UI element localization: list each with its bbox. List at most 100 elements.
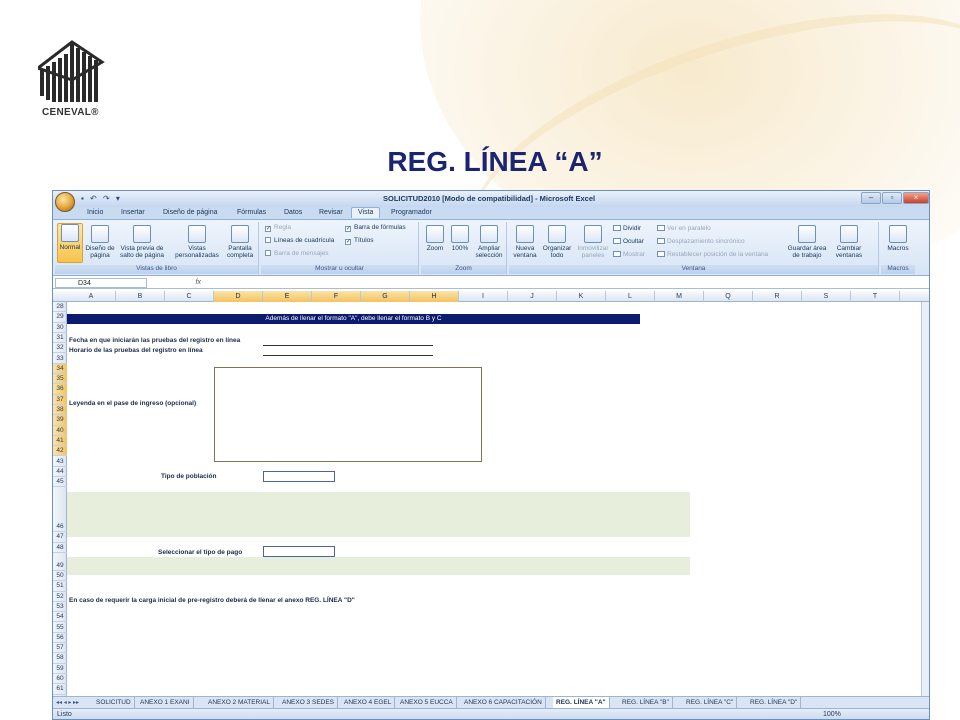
freeze-panes-button[interactable]: Inmovilizar paneles	[575, 225, 611, 259]
row-header-36[interactable]: 36	[53, 384, 67, 395]
minimize-icon[interactable]: –	[861, 192, 881, 204]
column-header-F[interactable]: F	[312, 291, 361, 302]
column-header-R[interactable]: R	[753, 291, 802, 302]
sync-scroll-button[interactable]: Desplazamiento sincrónico	[657, 238, 745, 245]
row-header-57[interactable]: 57	[53, 643, 67, 654]
row-header-43[interactable]: 43	[53, 457, 67, 467]
full-screen-button[interactable]: Pantalla completa	[223, 225, 257, 259]
gridlines-checkbox[interactable]: Líneas de cuadrícula	[265, 237, 334, 244]
row-header-59[interactable]: 59	[53, 664, 67, 674]
zoom-selection-button[interactable]: Ampliar selección	[473, 225, 505, 259]
sheet-tab[interactable]: REG. LÍNEA "D"	[747, 697, 802, 708]
custom-views-button[interactable]: Vistas personalizadas	[173, 225, 221, 259]
reset-position-button[interactable]: Restablecer posición de la ventana	[657, 251, 768, 258]
column-header-L[interactable]: L	[606, 291, 655, 302]
row-header-31[interactable]: 31	[53, 333, 67, 344]
row-header-28[interactable]: 28	[53, 302, 67, 313]
sheet-tab[interactable]: ANEXO 4 EGEL	[341, 697, 396, 708]
column-header-H[interactable]: H	[410, 291, 459, 302]
row-header-52[interactable]: 52	[53, 592, 67, 602]
tab-datos[interactable]: Datos	[284, 209, 302, 216]
zoom-button[interactable]: Zoom	[423, 225, 447, 252]
arrange-all-button[interactable]: Organizar todo	[541, 225, 573, 259]
row-header-35[interactable]: 35	[53, 374, 67, 385]
tab-insertar[interactable]: Insertar	[121, 209, 145, 216]
tab-programador[interactable]: Programador	[391, 209, 432, 216]
column-header-E[interactable]: E	[263, 291, 312, 302]
sheet-tab[interactable]: ANEXO 2 MATERIAL	[205, 697, 275, 708]
name-box[interactable]: D34	[55, 278, 147, 288]
vertical-scrollbar[interactable]	[921, 302, 929, 696]
row-header-54[interactable]: 54	[53, 612, 67, 623]
row-header-61[interactable]: 61	[53, 684, 67, 695]
hide-button[interactable]: Ocultar	[613, 238, 644, 245]
column-header-Q[interactable]: Q	[704, 291, 753, 302]
quick-access-toolbar[interactable]: ▪ ↶ ↷ ▾	[81, 194, 122, 203]
page-layout-button[interactable]: Diseño de página	[85, 225, 115, 259]
close-icon[interactable]: ×	[903, 192, 929, 204]
row-header-51[interactable]: 51	[53, 581, 67, 592]
sheet-tab[interactable]: ANEXO 1 EXANI	[137, 697, 194, 708]
row-header-50[interactable]: 50	[53, 571, 67, 582]
fecha-line[interactable]	[263, 345, 433, 346]
office-button[interactable]	[55, 192, 75, 212]
row-header-53[interactable]: 53	[53, 602, 67, 613]
sheet-tab[interactable]: REG. LÍNEA "A"	[553, 697, 610, 708]
switch-windows-button[interactable]: Cambiar ventanas	[831, 225, 867, 259]
sheet-tab[interactable]: ANEXO 6 CAPACITACIÓN	[461, 697, 546, 708]
new-window-button[interactable]: Nueva ventana	[511, 225, 539, 259]
macros-button[interactable]: Macros	[883, 225, 913, 252]
column-header-S[interactable]: S	[802, 291, 851, 302]
row-header-47[interactable]: 47	[53, 532, 67, 543]
sheet-tab[interactable]: SOLICITUD	[93, 697, 135, 708]
column-header-C[interactable]: C	[165, 291, 214, 302]
split-button[interactable]: Dividir	[613, 225, 641, 232]
row-header-39[interactable]: 39	[53, 415, 67, 426]
sheet-tab[interactable]: ANEXO 5 EUCCA	[397, 697, 457, 708]
tab-inicio[interactable]: Inicio	[87, 209, 103, 216]
tab-diseno[interactable]: Diseño de página	[163, 209, 218, 216]
column-header-G[interactable]: G	[361, 291, 410, 302]
sheet-nav-icon[interactable]: ◂◂ ◂ ▸ ▸▸	[56, 699, 79, 706]
sheet-tab[interactable]: REG. LÍNEA "B"	[619, 697, 673, 708]
row-header-60[interactable]: 60	[53, 674, 67, 685]
row-header-40[interactable]: 40	[53, 425, 67, 436]
column-header-A[interactable]: A	[67, 291, 116, 302]
row-header-48[interactable]: 48	[53, 543, 67, 553]
tipo-pago-dropdown[interactable]	[263, 546, 335, 557]
row-header-44[interactable]: 44	[53, 467, 67, 478]
horario-line[interactable]	[263, 355, 433, 356]
zoom-100-button[interactable]: 100%	[449, 225, 471, 252]
column-header-T[interactable]: T	[851, 291, 900, 302]
tab-formulas[interactable]: Fórmulas	[237, 209, 266, 216]
normal-view-button[interactable]: Normal	[57, 223, 83, 263]
page-break-preview-button[interactable]: Vista previa de salto de página	[117, 225, 167, 259]
tab-vista[interactable]: Vista	[351, 207, 381, 218]
save-workspace-button[interactable]: Guardar área de trabajo	[785, 225, 829, 259]
row-header-42[interactable]: 42	[53, 446, 67, 457]
message-bar-checkbox[interactable]: Barra de mensajes	[265, 250, 329, 257]
sheet-tab[interactable]: REG. LÍNEA "C"	[683, 697, 738, 708]
side-by-side-button[interactable]: Ver en paralelo	[657, 225, 711, 232]
row-header-41[interactable]: 41	[53, 435, 67, 447]
leyenda-textbox[interactable]	[214, 367, 482, 462]
formula-bar-checkbox[interactable]: ✓ Barra de fórmulas	[345, 224, 406, 232]
column-header-B[interactable]: B	[116, 291, 165, 302]
row-header-29[interactable]: 29	[53, 312, 67, 323]
row-header-32[interactable]: 32	[53, 343, 67, 354]
column-header-I[interactable]: I	[459, 291, 508, 302]
row-header-56[interactable]: 56	[53, 633, 67, 644]
row-header-58[interactable]: 58	[53, 653, 67, 664]
row-header-33[interactable]: 33	[53, 354, 67, 364]
row-header-55[interactable]: 55	[53, 623, 67, 633]
row-header-34[interactable]: 34	[53, 363, 67, 375]
column-header-J[interactable]: J	[508, 291, 557, 302]
ruler-checkbox[interactable]: ✓ Regla	[265, 224, 291, 232]
row-header-38[interactable]: 38	[53, 405, 67, 416]
column-header-K[interactable]: K	[557, 291, 606, 302]
row-header-37[interactable]: 37	[53, 394, 67, 405]
maximize-icon[interactable]: ▫	[882, 192, 902, 204]
zoom-level[interactable]: 100%	[823, 711, 841, 718]
tab-revisar[interactable]: Revisar	[319, 209, 343, 216]
headings-checkbox[interactable]: ✓ Títulos	[345, 237, 374, 245]
